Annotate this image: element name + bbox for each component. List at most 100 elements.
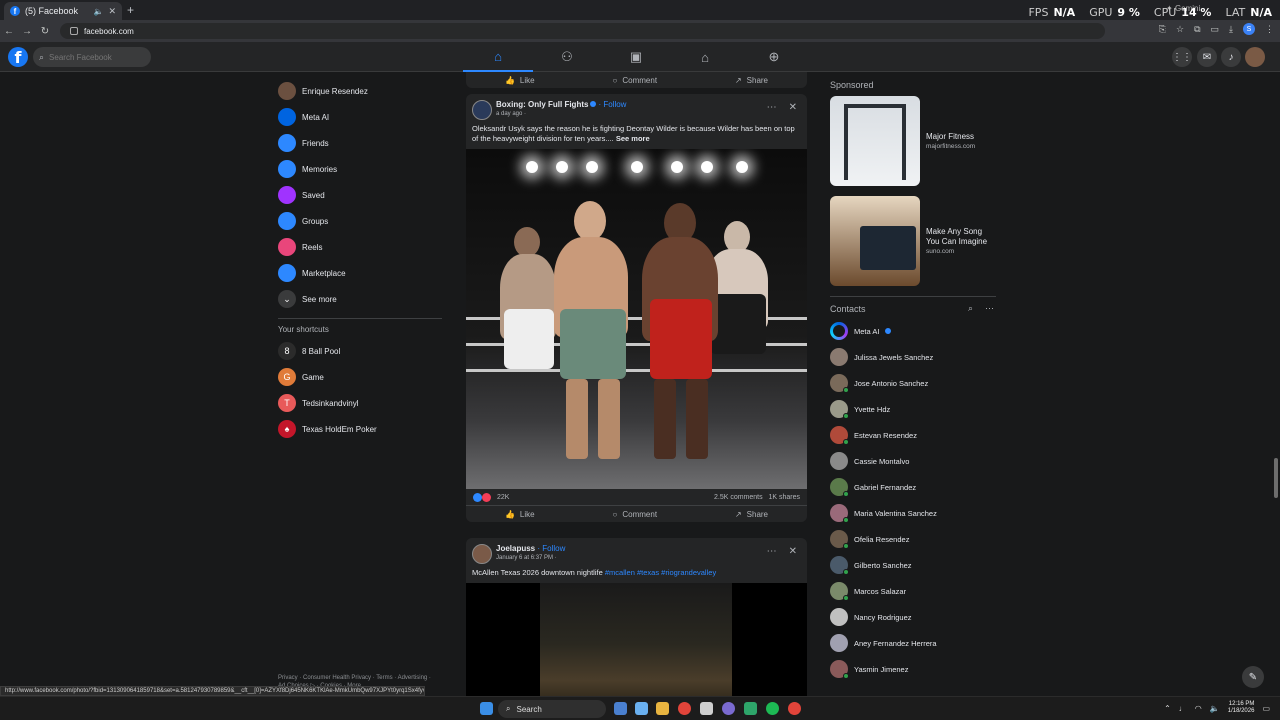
follow-link[interactable]: · Follow (537, 544, 565, 553)
see-more-link[interactable]: See more (616, 134, 650, 143)
notification-icon[interactable]: ▭ (1262, 704, 1270, 713)
contact-item[interactable]: Julissa Jewels Sanchez (830, 344, 996, 370)
more-options-icon[interactable]: ⋯ (767, 102, 777, 113)
notifications-button[interactable]: ♪ (1221, 47, 1241, 67)
app-icon[interactable] (722, 702, 735, 715)
profile-avatar[interactable]: S (1243, 23, 1255, 35)
menu-kebab-icon[interactable]: ⋮ (1265, 24, 1274, 35)
contact-item[interactable]: Nancy Rodriguez (830, 604, 996, 630)
contact-item[interactable]: Marcos Salazar (830, 578, 996, 604)
contact-item[interactable]: Estevan Resendez (830, 422, 996, 448)
start-icon[interactable] (480, 702, 493, 715)
search-box[interactable]: ⌕ (33, 47, 151, 67)
author-name[interactable]: Boxing: Only Full Fights (496, 100, 588, 109)
post-image[interactable] (466, 149, 807, 489)
copilot-icon[interactable] (635, 702, 648, 715)
forward-icon[interactable]: → (18, 26, 36, 37)
chrome-icon[interactable] (678, 702, 691, 715)
browser-tab[interactable]: f (5) Facebook 🔈 ✕ (4, 2, 122, 20)
comment-button[interactable]: ○ Comment (613, 510, 658, 519)
close-icon[interactable]: ✕ (789, 102, 797, 113)
contact-item[interactable]: Gabriel Fernandez (830, 474, 996, 500)
sidebar-item[interactable]: Meta AI (274, 104, 444, 130)
search-input[interactable] (49, 52, 140, 62)
reload-icon[interactable]: ↻ (36, 26, 54, 37)
tab-home[interactable]: ⌂ (463, 42, 533, 72)
task-view-icon[interactable] (614, 702, 627, 715)
reaction-summary[interactable]: 22K (473, 492, 509, 502)
sidebar-item[interactable]: ⌄ See more (274, 286, 444, 312)
app-icon[interactable] (744, 702, 757, 715)
chevron-up-icon[interactable]: ⌃ (1164, 704, 1171, 713)
sidepanel-icon[interactable]: ▭ (1211, 24, 1220, 35)
search-icon[interactable]: ⌕ (968, 303, 973, 314)
shortcut-item[interactable]: ♠ Texas HoldEm Poker (274, 416, 444, 442)
sidebar-item[interactable]: Saved (274, 182, 444, 208)
new-tab-button[interactable]: + (127, 3, 134, 17)
post-time[interactable]: January 6 at 6:37 PM · (496, 555, 807, 561)
tab-video[interactable]: ▣ (601, 42, 671, 72)
account-avatar[interactable] (1245, 47, 1265, 67)
store-icon[interactable] (700, 702, 713, 715)
volume-icon[interactable]: 🔈 (1210, 704, 1220, 713)
user-avatar[interactable] (472, 544, 492, 564)
chrome-icon[interactable] (788, 702, 801, 715)
sidebar-item[interactable]: Friends (274, 130, 444, 156)
back-icon[interactable]: ← (0, 26, 18, 37)
clock[interactable]: 12:16 PM 1/18/2026 (1228, 701, 1255, 715)
sidebar-item[interactable]: Enrique Resendez (274, 78, 444, 104)
shares-count[interactable]: 1K shares (768, 494, 800, 501)
site-info-icon[interactable] (70, 27, 78, 35)
sponsored-ad[interactable]: Major Fitness majorfitness.com (830, 96, 996, 186)
hashtag-links[interactable]: #mcallen #texas #riograndevalley (605, 568, 716, 577)
page-avatar[interactable] (472, 100, 492, 120)
sidebar-item[interactable]: Memories (274, 156, 444, 182)
more-options-icon[interactable]: ⋯ (985, 303, 994, 314)
follow-link[interactable]: · Follow (598, 100, 626, 109)
shortcut-item[interactable]: T Tedsinkandvinyl (274, 390, 444, 416)
sidebar-item[interactable]: Marketplace (274, 260, 444, 286)
tab-marketplace[interactable]: ⌂ (670, 42, 740, 72)
contact-item[interactable]: Aney Fernandez Herrera (830, 630, 996, 656)
contact-item[interactable]: Maria Valentina Sanchez (830, 500, 996, 526)
contact-item[interactable]: Cassie Montalvo (830, 448, 996, 474)
new-message-button[interactable]: ✎ (1242, 666, 1264, 688)
contact-item[interactable]: Gilberto Sanchez (830, 552, 996, 578)
like-button[interactable]: 👍 Like (505, 76, 535, 85)
menu-grid-button[interactable]: ⋮⋮ (1172, 47, 1192, 67)
address-bar[interactable]: facebook.com (60, 23, 1105, 39)
author-name[interactable]: Joelapuss (496, 544, 535, 553)
share-button[interactable]: ↗ Share (735, 510, 768, 519)
contact-item[interactable]: Jose Antonio Sanchez (830, 370, 996, 396)
comment-button[interactable]: ○ Comment (613, 76, 658, 85)
close-tab-icon[interactable]: ✕ (108, 6, 116, 17)
spotify-icon[interactable] (766, 702, 779, 715)
mic-icon[interactable]: ♩ (1179, 704, 1187, 713)
page-scrollbar[interactable] (1274, 458, 1278, 498)
bookmark-star-icon[interactable]: ☆ (1176, 24, 1184, 35)
tab-friends[interactable]: ⚇ (532, 42, 602, 72)
contact-item[interactable]: Yasmin Jimenez (830, 656, 996, 682)
more-options-icon[interactable]: ⋯ (767, 546, 777, 557)
wifi-icon[interactable]: ◠ (1195, 704, 1202, 713)
speaker-icon[interactable]: 🔈 (93, 7, 103, 16)
like-button[interactable]: 👍 Like (505, 510, 535, 519)
sponsored-ad[interactable]: Make Any Song You Can Imagine suno.com (830, 196, 996, 286)
ad-image[interactable] (830, 196, 920, 286)
contact-item[interactable]: Yvette Hdz (830, 396, 996, 422)
file-explorer-icon[interactable] (656, 702, 669, 715)
facebook-logo[interactable]: f (8, 47, 28, 67)
shortcut-item[interactable]: 8 8 Ball Pool (274, 338, 444, 364)
sidebar-item[interactable]: Groups (274, 208, 444, 234)
messenger-button[interactable]: ✉ (1197, 47, 1217, 67)
ad-image[interactable] (830, 96, 920, 186)
comments-count[interactable]: 2.5K comments (714, 494, 763, 501)
close-icon[interactable]: ✕ (789, 546, 797, 557)
contact-item[interactable]: Meta AI (830, 318, 996, 344)
contact-item[interactable]: Ofelia Resendez (830, 526, 996, 552)
downloads-icon[interactable]: ⤓ (1229, 24, 1233, 35)
tab-gaming[interactable]: ⊕ (739, 42, 809, 72)
share-button[interactable]: ↗ Share (735, 76, 768, 85)
install-icon[interactable]: ⎘ (1159, 24, 1166, 35)
post-time[interactable]: a day ago · (496, 111, 807, 117)
